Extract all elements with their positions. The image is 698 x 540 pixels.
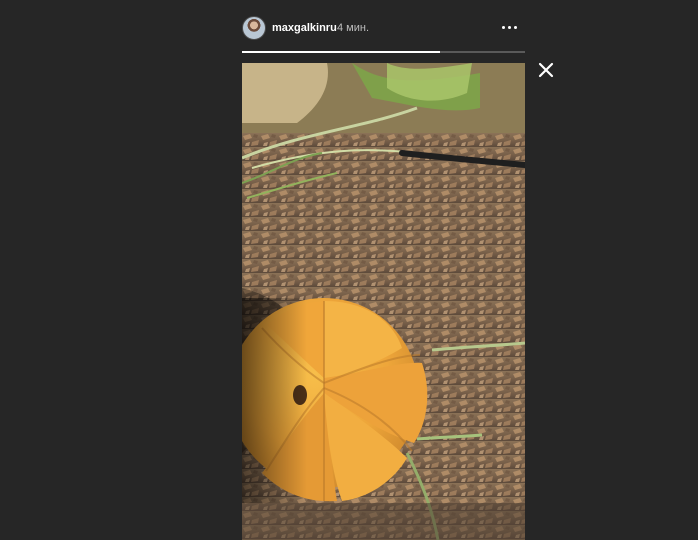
more-options-icon <box>508 26 511 29</box>
more-options-button[interactable] <box>498 19 522 35</box>
story-photo <box>242 63 525 540</box>
story-media[interactable] <box>242 63 525 540</box>
story-progress-track <box>242 51 525 53</box>
avatar[interactable] <box>242 16 266 40</box>
story-progress-fill <box>242 51 441 53</box>
story-timestamp: 4 мин. <box>337 22 370 34</box>
username-link[interactable]: maxgalkinru <box>272 22 337 35</box>
close-icon <box>538 62 554 78</box>
more-options-icon <box>502 26 505 29</box>
close-button[interactable] <box>534 58 558 82</box>
story-viewer: maxgalkinru 4 мин. <box>0 0 698 540</box>
story-header: maxgalkinru 4 мин. <box>242 14 525 44</box>
more-options-icon <box>514 26 517 29</box>
